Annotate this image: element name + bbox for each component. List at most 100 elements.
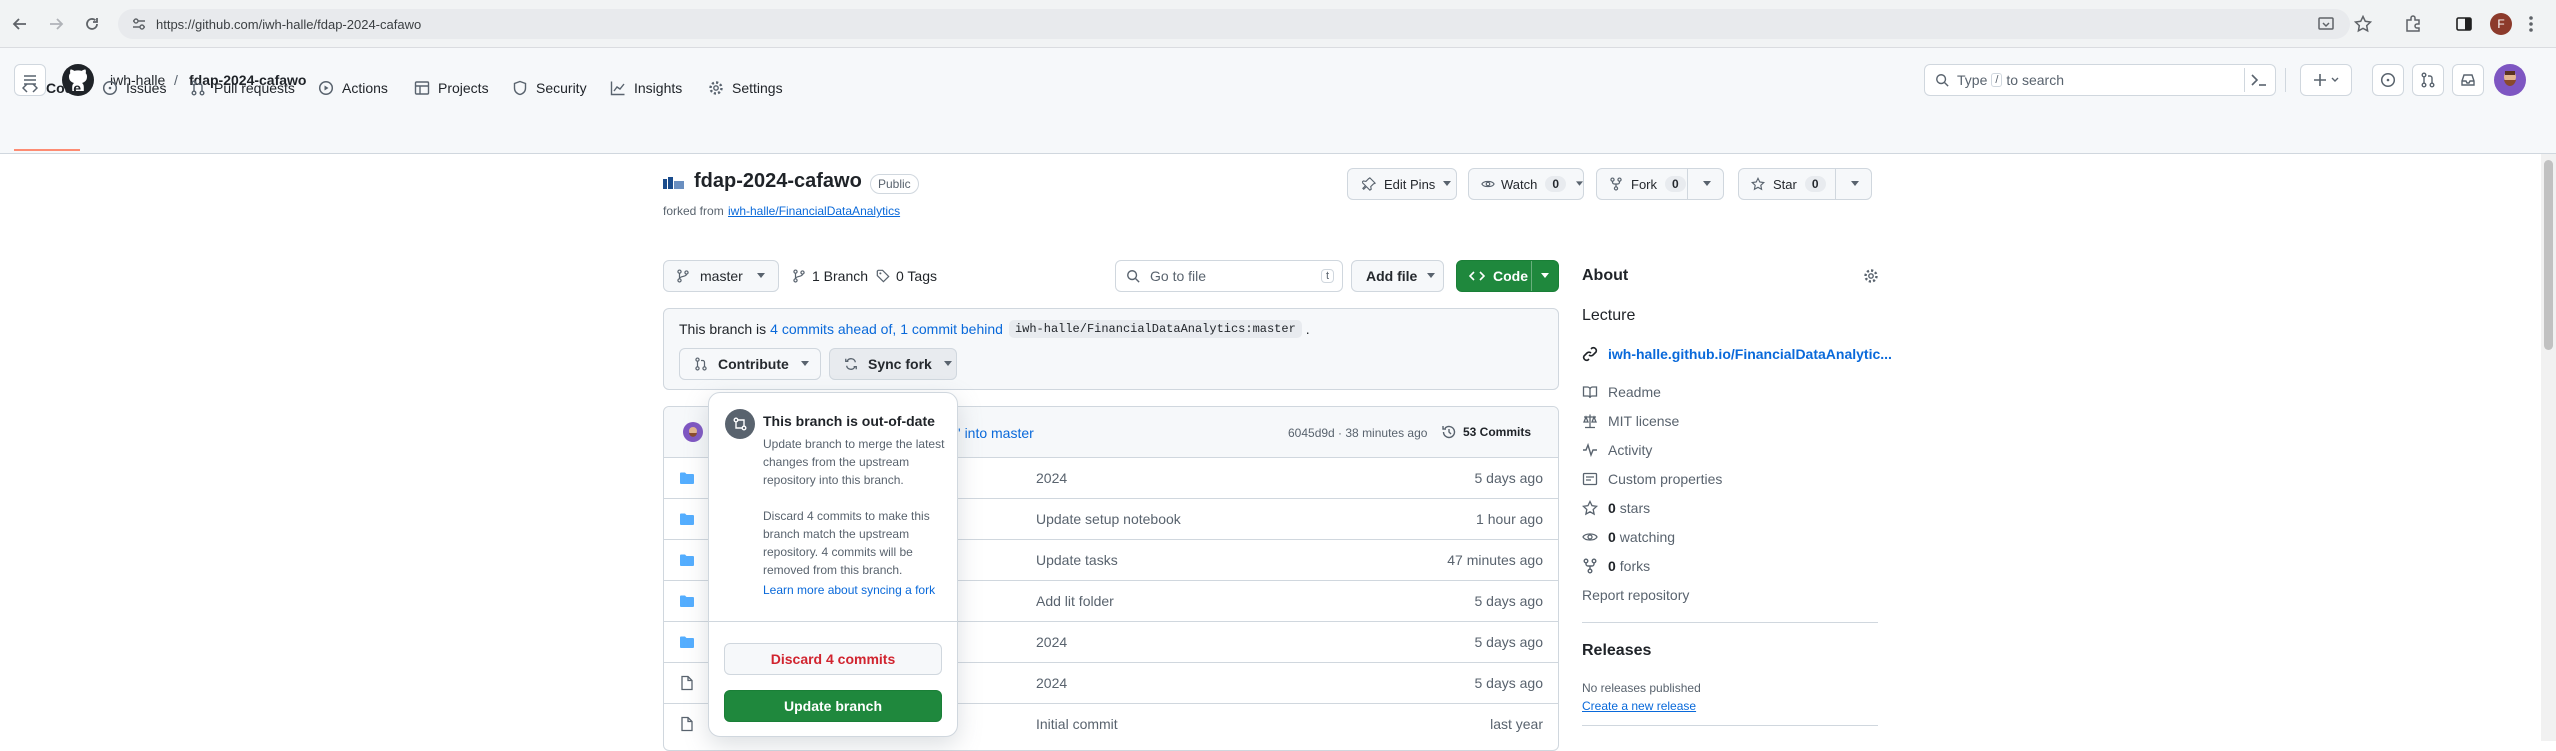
- star-count: 0: [1804, 176, 1826, 192]
- sync-fork-button[interactable]: Sync fork: [829, 348, 957, 380]
- file-commit-message[interactable]: Update tasks: [1036, 552, 1118, 568]
- law-icon: [1583, 414, 1597, 429]
- link-icon: [1582, 346, 1598, 362]
- forks-count: 0: [1608, 558, 1616, 574]
- file-commit-message[interactable]: Initial commit: [1036, 716, 1118, 732]
- stars-link[interactable]: 0 stars: [1582, 500, 1650, 516]
- branch-name: master: [700, 268, 743, 284]
- branch-status-text: This branch is 4 commits ahead of, 1 com…: [679, 320, 1310, 338]
- side-panel-icon[interactable]: [2455, 15, 2473, 33]
- repo-title[interactable]: fdap-2024-cafawo: [694, 170, 862, 193]
- play-icon: [318, 80, 334, 96]
- browser-menu-icon[interactable]: [2528, 15, 2534, 33]
- about-heading: About: [1582, 267, 1629, 284]
- tags-link[interactable]: 0 Tags: [876, 268, 937, 284]
- git-branch-icon: [677, 269, 689, 283]
- tab-insights[interactable]: Insights: [610, 69, 682, 107]
- file-commit-time: 5 days ago: [1474, 470, 1544, 486]
- report-repository-link[interactable]: Report repository: [1582, 587, 1689, 603]
- page-scrollbar[interactable]: [2541, 154, 2556, 741]
- extensions-icon[interactable]: [2404, 15, 2422, 33]
- create-release-link[interactable]: Create a new release: [1582, 699, 1696, 713]
- pull-requests-icon[interactable]: [2412, 64, 2444, 96]
- cast-icon[interactable]: [2318, 16, 2334, 32]
- watching-link[interactable]: 0 watching: [1582, 529, 1675, 545]
- tab-projects[interactable]: Projects: [414, 69, 489, 107]
- code-button[interactable]: Code: [1456, 260, 1559, 292]
- folder-icon: [679, 470, 695, 486]
- watching-label: watching: [1619, 529, 1676, 545]
- status-suffix: .: [1305, 321, 1310, 337]
- edit-pins-button[interactable]: Edit Pins: [1347, 168, 1457, 200]
- file-commit-message[interactable]: Add lit folder: [1036, 593, 1114, 609]
- discard-commits-button[interactable]: Discard 4 commits: [724, 643, 942, 675]
- go-to-file-input[interactable]: Go to file t: [1115, 260, 1343, 292]
- tab-actions[interactable]: Actions: [318, 69, 388, 107]
- website-link[interactable]: iwh-halle.github.io/FinancialDataAnalyti…: [1582, 346, 1892, 362]
- inbox-icon[interactable]: [2452, 64, 2484, 96]
- latest-commit-sha-time[interactable]: 6045d9d · 38 minutes ago: [1288, 426, 1427, 440]
- file-commit-message[interactable]: 2024: [1036, 470, 1067, 486]
- scrollbar-thumb[interactable]: [2544, 160, 2553, 350]
- user-avatar[interactable]: [2494, 64, 2526, 96]
- command-palette-icon[interactable]: [2250, 72, 2268, 88]
- tab-settings[interactable]: Settings: [708, 69, 783, 107]
- license-link[interactable]: MIT license: [1582, 413, 1679, 429]
- search-input[interactable]: Type / to search: [1924, 64, 2276, 96]
- commits-ahead-link[interactable]: 4 commits ahead of,: [770, 321, 896, 337]
- git-pull-request-icon: [191, 80, 205, 96]
- commit-author-avatar[interactable]: [683, 422, 703, 442]
- tab-code[interactable]: Code: [22, 69, 81, 107]
- gear-icon[interactable]: [1863, 268, 1879, 284]
- code-icon: [1469, 271, 1485, 281]
- fork-divider: [1687, 169, 1688, 199]
- create-new-button[interactable]: [2300, 64, 2352, 96]
- update-branch-button[interactable]: Update branch: [724, 690, 942, 722]
- bookmark-star-icon[interactable]: [2354, 15, 2372, 33]
- tag-icon: [876, 269, 890, 283]
- back-icon[interactable]: [8, 12, 32, 36]
- address-bar[interactable]: https://github.com/iwh-halle/fdap-2024-c…: [118, 9, 2350, 39]
- file-commit-message[interactable]: 2024: [1036, 634, 1067, 650]
- custom-properties-link[interactable]: Custom properties: [1582, 471, 1722, 487]
- fork-button[interactable]: Fork 0: [1596, 168, 1724, 200]
- tab-pull-requests[interactable]: Pull requests: [190, 69, 295, 107]
- forked-from-link[interactable]: iwh-halle/FinancialDataAnalytics: [728, 204, 900, 218]
- commits-history-link[interactable]: 53 Commits: [1441, 424, 1531, 440]
- learn-more-link[interactable]: Learn more about syncing a fork: [763, 583, 935, 597]
- add-file-button[interactable]: Add file: [1351, 260, 1444, 292]
- tab-security[interactable]: Security: [512, 69, 587, 107]
- reload-icon[interactable]: [80, 12, 104, 36]
- issues-icon[interactable]: [2372, 64, 2404, 96]
- watch-count: 0: [1545, 176, 1567, 192]
- latest-commit-message[interactable]: ' into master: [958, 425, 1034, 441]
- chevron-down-icon: [1851, 181, 1859, 186]
- forward-icon[interactable]: [44, 12, 68, 36]
- search-icon: [1936, 74, 1949, 87]
- star-button[interactable]: Star 0: [1738, 168, 1872, 200]
- forks-link[interactable]: 0 forks: [1582, 558, 1650, 574]
- tab-issues[interactable]: Issues: [102, 69, 166, 107]
- readme-link[interactable]: Readme: [1582, 384, 1661, 400]
- file-commit-time: 1 hour ago: [1476, 511, 1543, 527]
- search-shortcut-key: /: [1991, 73, 2003, 87]
- file-commit-message[interactable]: 2024: [1036, 675, 1067, 691]
- file-commit-message[interactable]: Update setup notebook: [1036, 511, 1181, 527]
- forks-label: forks: [1619, 558, 1651, 574]
- file-commit-time: 47 minutes ago: [1447, 552, 1543, 568]
- tab-projects-label: Projects: [438, 80, 489, 96]
- commits-behind-link[interactable]: 1 commit behind: [900, 321, 1003, 337]
- branches-link[interactable]: 1 Branch: [792, 268, 868, 284]
- tags-count: 0 Tags: [896, 268, 937, 284]
- site-info-icon[interactable]: [132, 17, 146, 31]
- stars-label: stars: [1619, 500, 1651, 516]
- watch-button[interactable]: Watch 0: [1468, 168, 1584, 200]
- contribute-button[interactable]: Contribute: [679, 348, 821, 380]
- releases-heading[interactable]: Releases: [1582, 642, 1651, 660]
- issue-opened-icon: [102, 80, 118, 96]
- activity-link[interactable]: Activity: [1582, 442, 1652, 458]
- gear-icon: [709, 81, 723, 95]
- branch-select-button[interactable]: master: [663, 260, 779, 292]
- profile-avatar[interactable]: F: [2490, 13, 2512, 35]
- sidebar-divider: [1582, 622, 1878, 623]
